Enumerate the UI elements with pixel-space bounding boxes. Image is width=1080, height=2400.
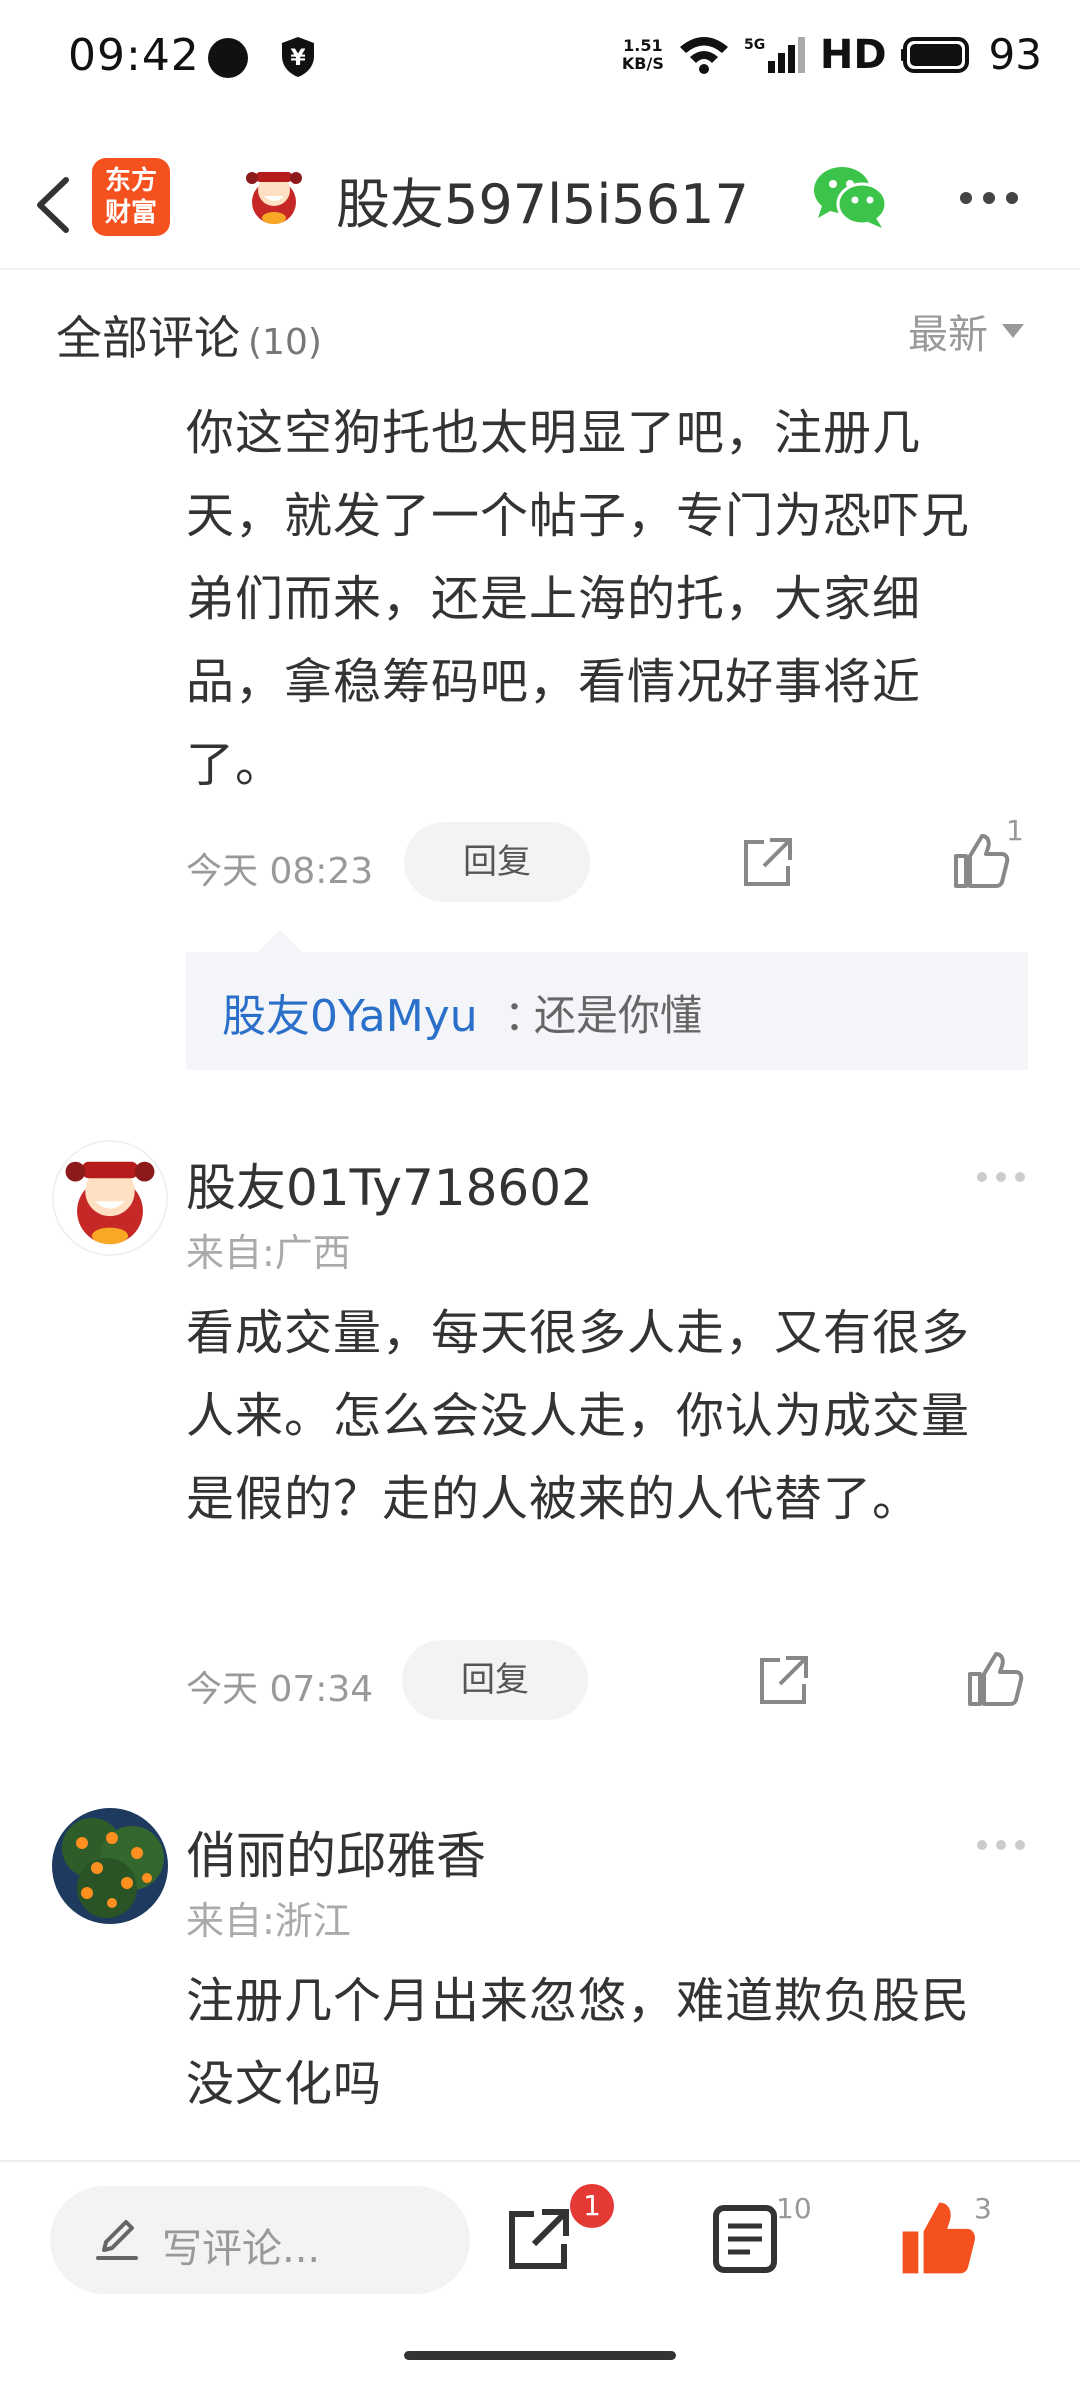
brand-logo[interactable]: 东方 财富 (92, 158, 170, 236)
notification-dot-icon (208, 38, 248, 78)
hd-indicator: HD (819, 31, 887, 78)
reply-text: 还是你懂 (534, 991, 703, 1040)
svg-text:5G: 5G (744, 37, 765, 53)
sort-label: 最新 (908, 312, 988, 358)
signal-5g-icon: 5G (744, 36, 805, 73)
user-avatar-icon[interactable] (240, 162, 308, 230)
comment-user-name[interactable]: 俏丽的邱雅香 (186, 1816, 486, 1888)
net-speed-value: 1.51 (623, 35, 663, 55)
comments-count: (10) (248, 322, 322, 363)
net-speed-unit: KB/S (621, 53, 664, 73)
comment-count: 10 (776, 2192, 812, 2225)
sort-toggle[interactable]: 最新 (908, 302, 1024, 360)
reply-preview[interactable]: 股友0YaMyu ： 还是你懂 (186, 930, 1028, 1070)
thumbs-up-icon[interactable] (952, 832, 1010, 890)
like-count: 3 (974, 2192, 992, 2225)
god-of-wealth-avatar-icon (54, 1142, 166, 1254)
comment-user-name[interactable]: 股友01Ty718602 (186, 1148, 593, 1220)
status-bar: 09:42 ¥ 1.51 KB/S 5G HD 93 (0, 0, 1080, 120)
comment-meta: 今天 08:23 回复 1 (186, 814, 1046, 902)
logo-line2: 财富 (104, 198, 157, 228)
comments-title: 全部评论 (10) (56, 302, 322, 368)
home-indicator[interactable] (404, 2351, 676, 2360)
bottom-bar: 写评论... 1 10 3 (0, 2160, 1080, 2400)
header: 东方 财富 股友597l5i5617 (0, 140, 1080, 270)
comment-more-icon[interactable] (976, 1838, 1026, 1852)
status-time: 09:42 (68, 30, 200, 81)
like-count: 1 (1006, 814, 1024, 847)
orange-tree-avatar-icon (52, 1808, 168, 1924)
battery-icon (900, 36, 969, 73)
shield-yen-icon: ¥ (282, 37, 314, 77)
avatar[interactable] (52, 1140, 168, 1256)
share-icon[interactable] (740, 834, 796, 890)
comments-title-label: 全部评论 (56, 311, 240, 365)
comment-text: 你这空狗托也太明显了吧，注册几天，就发了一个帖子，专门为恐吓兄弟们而来，还是上海… (186, 405, 971, 793)
back-icon[interactable] (24, 160, 84, 250)
caret-down-icon (1002, 324, 1024, 338)
reply-button[interactable]: 回复 (402, 1640, 588, 1720)
share-icon[interactable] (756, 1652, 812, 1708)
share-badge: 1 (570, 2184, 614, 2228)
header-title[interactable]: 股友597l5i5617 (336, 160, 749, 239)
wechat-share-icon[interactable] (812, 162, 890, 232)
comment-text: 注册几个月出来忽悠，难道欺负股民没文化吗 (186, 1973, 971, 2112)
reply-button[interactable]: 回复 (404, 822, 590, 902)
avatar[interactable] (52, 1808, 168, 1924)
comment-meta: 今天 07:34 回复 (186, 1640, 1046, 1720)
comment-more-icon[interactable] (976, 1170, 1026, 1184)
pencil-icon (96, 2220, 138, 2260)
comment-text: 看成交量，每天很多人走，又有很多人来。怎么会没人走，你认为成交量是假的？走的人被… (186, 1305, 971, 1527)
comment-location: 来自:广西 (186, 1231, 351, 1275)
thumbs-up-icon[interactable] (966, 1650, 1024, 1708)
comment-location: 来自:浙江 (186, 1899, 351, 1943)
battery-level: 93 (988, 30, 1042, 79)
more-options-icon[interactable] (958, 190, 1020, 206)
comment-time: 今天 07:34 (186, 1669, 374, 1710)
logo-line1: 东方 (104, 166, 157, 196)
comment-placeholder: 写评论... (162, 2226, 321, 2272)
share-icon[interactable] (504, 2204, 574, 2274)
reply-user[interactable]: 股友0YaMyu (222, 980, 478, 1044)
svg-text:¥: ¥ (290, 46, 306, 71)
comment-list-icon[interactable] (712, 2204, 778, 2274)
comment-time: 今天 08:23 (186, 851, 374, 892)
comment-input[interactable]: 写评论... (50, 2186, 470, 2294)
wifi-icon (679, 36, 728, 74)
net-speed: 1.51 KB/S (621, 35, 664, 73)
thumbs-up-filled-icon[interactable] (900, 2200, 976, 2276)
